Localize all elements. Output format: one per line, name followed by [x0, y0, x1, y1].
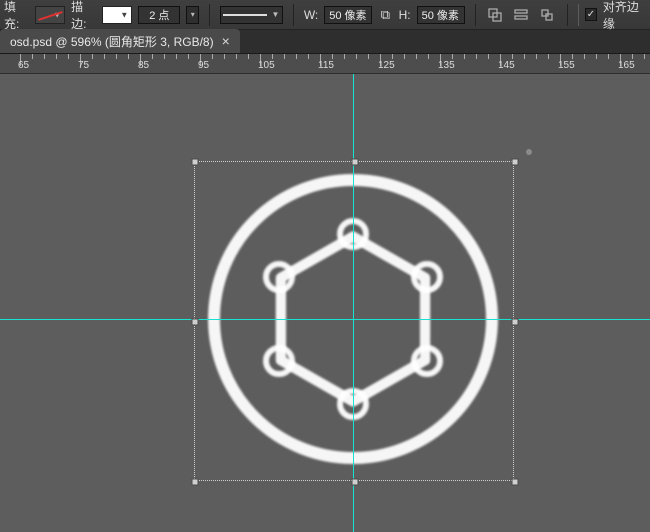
shape-node [411, 261, 443, 293]
fill-label: 填充: [4, 0, 29, 32]
separator [293, 4, 294, 26]
separator [475, 4, 476, 26]
guide-horizontal[interactable] [0, 319, 650, 320]
path-combine-button[interactable] [486, 4, 506, 26]
ruler-tick-label: 115 [318, 60, 334, 71]
align-edges-checkbox[interactable]: ✓ [585, 8, 597, 21]
transform-handle[interactable] [192, 159, 199, 166]
ruler-tick-label: 65 [18, 60, 29, 71]
ruler-tick-label: 145 [498, 60, 515, 71]
stroke-style-dropdown[interactable]: ▼ [220, 6, 283, 24]
ruler-tick-label: 75 [78, 60, 89, 71]
link-wh-icon[interactable]: ⧉ [378, 7, 392, 23]
ruler-tick-label: 125 [378, 60, 395, 71]
rotation-handle[interactable] [526, 149, 532, 155]
separator [567, 4, 568, 26]
width-input[interactable] [324, 6, 372, 24]
document-tab[interactable]: osd.psd @ 596% (圆角矩形 3, RGB/8) × [0, 29, 240, 53]
guide-vertical[interactable] [353, 74, 354, 532]
stroke-width-input[interactable] [138, 6, 180, 24]
ruler-tick-label: 165 [618, 60, 635, 71]
stroke-swatch[interactable]: ▼ [102, 6, 133, 24]
height-input[interactable] [417, 6, 465, 24]
document-tab-title: osd.psd @ 596% (圆角矩形 3, RGB/8) [10, 33, 214, 50]
separator [209, 4, 210, 26]
ruler-tick-label: 135 [438, 60, 455, 71]
ruler-tick-label: 85 [138, 60, 149, 71]
stroke-label: 描边: [71, 0, 96, 32]
align-edges-label: 对齐边缘 [603, 0, 646, 32]
shape-node [263, 261, 295, 293]
document-tab-bar: osd.psd @ 596% (圆角矩形 3, RGB/8) × [0, 30, 650, 54]
canvas[interactable] [0, 74, 650, 532]
transform-handle[interactable] [192, 479, 199, 486]
stroke-width-stepper[interactable]: ▾ [186, 6, 199, 24]
w-label: W: [304, 8, 318, 22]
separator [578, 4, 579, 26]
shape-node [263, 345, 295, 377]
shape-node [411, 345, 443, 377]
path-arrange-button[interactable] [537, 4, 557, 26]
close-icon[interactable]: × [222, 34, 230, 48]
options-bar: 填充: ▼ 描边: ▼ ▾ ▼ W: ⧉ H: ✓ 对齐边缘 [0, 0, 650, 30]
ruler-tick-label: 155 [558, 60, 575, 71]
path-align-button[interactable] [511, 4, 531, 26]
work-area: 65758595105115125135145155165175 [0, 54, 650, 532]
horizontal-ruler[interactable]: 65758595105115125135145155165175 [0, 54, 650, 74]
transform-handle[interactable] [512, 159, 519, 166]
fill-swatch[interactable]: ▼ [35, 6, 66, 24]
transform-handle[interactable] [512, 479, 519, 486]
ruler-tick-label: 95 [198, 60, 209, 71]
ruler-tick-label: 105 [258, 60, 275, 71]
h-label: H: [399, 8, 411, 22]
